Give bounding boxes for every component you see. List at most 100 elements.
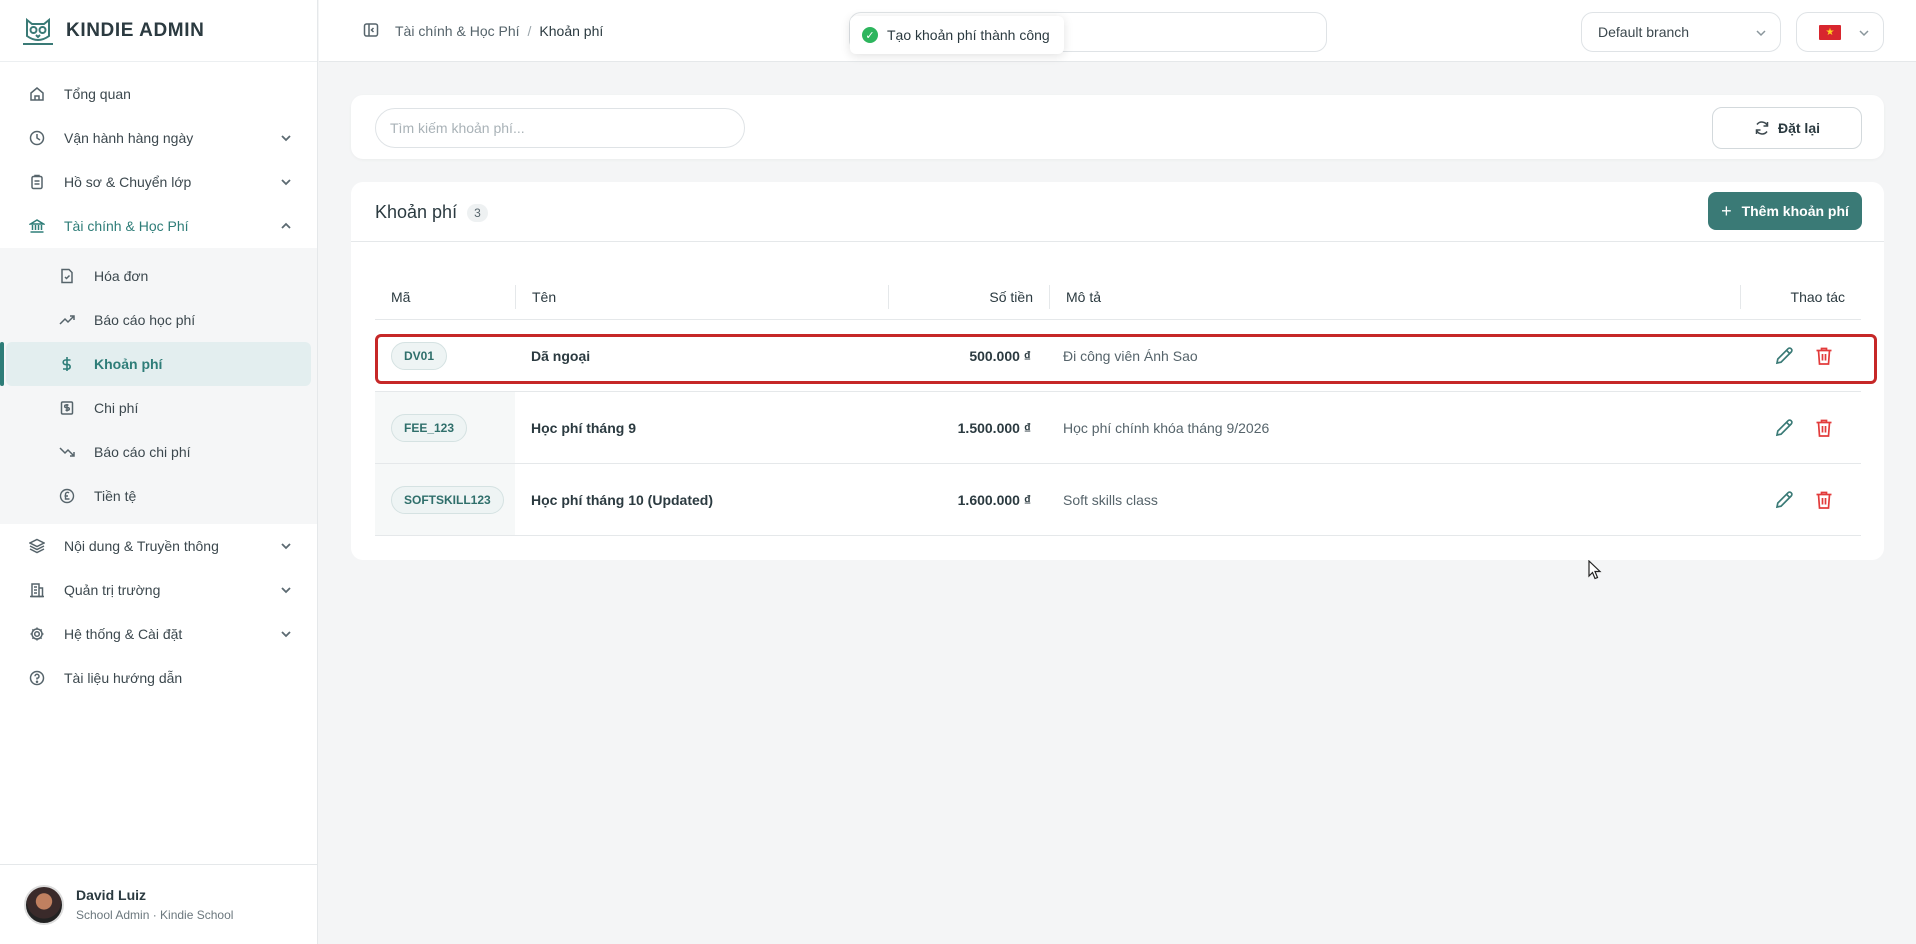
- edit-icon[interactable]: [1773, 417, 1795, 439]
- code-cell: SOFTSKILL123: [375, 464, 515, 535]
- column-header-code[interactable]: Mã: [375, 289, 515, 305]
- refresh-icon: [1754, 120, 1770, 136]
- sidebar: KINDIE ADMIN Tổng quan Vận hành hàng ngà…: [0, 0, 318, 944]
- sidebar-item-system[interactable]: Hệ thống & Cài đặt: [0, 612, 317, 656]
- code-chip: FEE_123: [391, 413, 468, 442]
- code-chip: DV01: [391, 341, 448, 370]
- sidebar-item-label: Vận hành hàng ngày: [64, 130, 194, 146]
- name-cell: Dã ngoại: [531, 347, 591, 364]
- sidebar-item-label: Tài liệu hướng dẫn: [64, 670, 183, 686]
- actions-cell: [1741, 489, 1861, 511]
- sidebar-item-label: Khoản phí: [94, 356, 163, 372]
- table-row[interactable]: DV01 Dã ngoại 500.000 ₫ Đi công viên Ánh…: [375, 320, 1861, 392]
- sidebar-item-label: Báo cáo học phí: [94, 312, 196, 328]
- fee-search-input[interactable]: [375, 108, 745, 148]
- sidebar-item-label: Chi phí: [94, 400, 139, 416]
- reset-button[interactable]: Đặt lại: [1712, 107, 1862, 149]
- fees-card: Khoản phí 3 + Thêm khoản phí Mã Tên Số t…: [351, 182, 1884, 560]
- chevron-down-icon: [1754, 26, 1768, 40]
- sidebar-item-currency[interactable]: Tiền tệ: [6, 474, 311, 518]
- name-cell: Học phí tháng 9: [531, 419, 636, 436]
- success-toast: ✓ Tạo khoản phí thành công: [850, 16, 1064, 54]
- breadcrumb-finance[interactable]: Tài chính & Học Phí: [395, 23, 520, 39]
- amount-cell: 1.500.000 ₫: [957, 419, 1031, 436]
- sidebar-item-docs[interactable]: Tài liệu hướng dẫn: [0, 656, 317, 700]
- bank-icon: [28, 217, 46, 235]
- column-header-description[interactable]: Mô tả: [1050, 289, 1740, 305]
- avatar: [24, 884, 64, 925]
- actions-cell: [1741, 417, 1861, 439]
- clock-icon: [28, 129, 46, 147]
- plus-icon: +: [1721, 200, 1732, 221]
- layers-icon: [28, 537, 46, 555]
- column-header-name[interactable]: Tên: [516, 289, 888, 305]
- chevron-down-icon: [279, 175, 293, 189]
- sidebar-item-label: Tài chính & Học Phí: [64, 218, 189, 234]
- branch-select[interactable]: Default branch: [1581, 12, 1781, 52]
- trend-up-icon: [58, 311, 76, 329]
- sidebar-item-label: Báo cáo chi phí: [94, 444, 191, 460]
- brand[interactable]: KINDIE ADMIN: [0, 0, 317, 62]
- code-cell: FEE_123: [375, 392, 515, 463]
- description-cell: Đi công viên Ánh Sao: [1063, 347, 1198, 364]
- description-cell: Soft skills class: [1063, 491, 1158, 508]
- brand-title: KINDIE ADMIN: [66, 19, 205, 41]
- count-badge: 3: [467, 203, 488, 222]
- sidebar-item-daily-ops[interactable]: Vận hành hàng ngày: [0, 116, 317, 160]
- sidebar-item-finance[interactable]: Tài chính & Học Phí: [0, 204, 317, 248]
- column-header-amount[interactable]: Số tiền: [889, 289, 1049, 305]
- sidebar-item-records[interactable]: Hồ sơ & Chuyển lớp: [0, 160, 317, 204]
- sidebar-item-label: Quản trị trường: [64, 582, 161, 598]
- sidebar-toggle-icon[interactable]: [363, 22, 381, 40]
- add-fee-button[interactable]: + Thêm khoản phí: [1708, 192, 1862, 230]
- add-fee-button-label: Thêm khoản phí: [1741, 203, 1849, 219]
- language-select[interactable]: ★: [1796, 12, 1884, 52]
- chevron-down-icon: [279, 627, 293, 641]
- delete-icon[interactable]: [1813, 345, 1835, 367]
- sidebar-item-content[interactable]: Nội dung & Truyền thông: [0, 524, 317, 568]
- trend-down-icon: [58, 443, 76, 461]
- delete-icon[interactable]: [1813, 489, 1835, 511]
- code-chip: SOFTSKILL123: [391, 485, 504, 514]
- vietnam-flag-icon: ★: [1819, 24, 1841, 40]
- home-icon: [28, 85, 46, 103]
- sidebar-item-overview[interactable]: Tổng quan: [0, 72, 317, 116]
- sidebar-item-invoices[interactable]: Hóa đơn: [6, 254, 311, 298]
- code-cell: DV01: [375, 341, 515, 370]
- user-name: David Luiz: [76, 887, 147, 903]
- receipt-icon: [58, 399, 76, 417]
- user-profile[interactable]: David Luiz School Admin · Kindie School: [0, 864, 318, 944]
- success-check-icon: ✓: [862, 27, 878, 43]
- chevron-up-icon: [279, 219, 293, 233]
- breadcrumb-separator: /: [527, 23, 532, 39]
- sidebar-nav: Tổng quan Vận hành hàng ngày Hồ sơ & Chu…: [0, 62, 317, 700]
- reset-button-label: Đặt lại: [1777, 120, 1820, 136]
- table-row[interactable]: FEE_123 Học phí tháng 9 1.500.000 ₫ Học …: [375, 392, 1861, 464]
- chevron-down-icon: [279, 583, 293, 597]
- delete-icon[interactable]: [1813, 417, 1835, 439]
- top-header: Tài chính & Học Phí / Khoản phí ✓ Tạo kh…: [319, 0, 1916, 62]
- description-cell: Học phí chính khóa tháng 9/2026: [1063, 419, 1270, 436]
- dollar-icon: [58, 355, 76, 373]
- edit-icon[interactable]: [1773, 345, 1795, 367]
- amount-cell: 1.600.000 ₫: [957, 491, 1031, 508]
- gear-icon: [28, 625, 46, 643]
- sidebar-item-tuition-report[interactable]: Báo cáo học phí: [6, 298, 311, 342]
- sidebar-item-label: Hóa đơn: [94, 268, 149, 284]
- sidebar-item-school-admin[interactable]: Quản trị trường: [0, 568, 317, 612]
- sidebar-item-fees[interactable]: Khoản phí: [0, 342, 311, 386]
- edit-icon[interactable]: [1773, 489, 1795, 511]
- table-row[interactable]: SOFTSKILL123 Học phí tháng 10 (Updated) …: [375, 464, 1861, 536]
- card-title: Khoản phí 3: [375, 202, 488, 223]
- owl-logo-icon: [20, 13, 56, 49]
- user-role: School Admin · Kindie School: [76, 908, 234, 922]
- chevron-down-icon: [279, 131, 293, 145]
- chevron-down-icon: [1857, 26, 1871, 40]
- currency-icon: [58, 487, 76, 505]
- sidebar-item-expenses[interactable]: Chi phí: [6, 386, 311, 430]
- breadcrumb-current: Khoản phí: [539, 23, 604, 39]
- sidebar-item-expense-report[interactable]: Báo cáo chi phí: [6, 430, 311, 474]
- actions-cell: [1741, 345, 1861, 367]
- invoice-icon: [58, 267, 76, 285]
- column-header-actions: Thao tác: [1790, 288, 1845, 305]
